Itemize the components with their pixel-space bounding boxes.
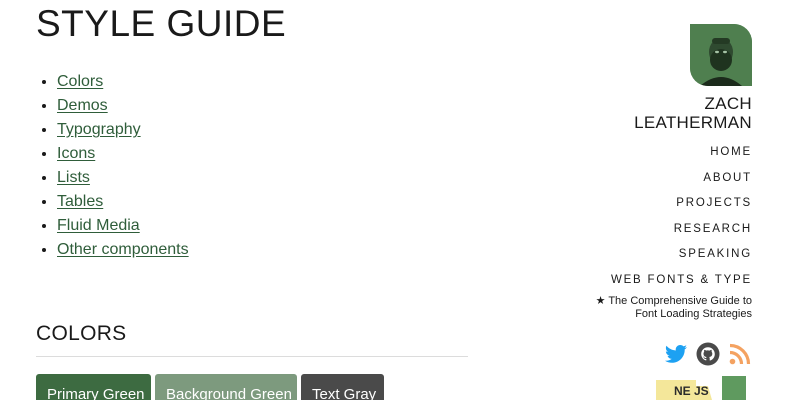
page-title: STYLE GUIDE	[36, 3, 287, 44]
rss-icon[interactable]	[728, 342, 752, 366]
nav-item-research[interactable]: RESEARCH	[611, 223, 752, 249]
toc-link-icons[interactable]: Icons	[57, 145, 95, 162]
nebraska-js-badge-text: NE JS	[674, 384, 709, 398]
toc-item: Typography	[57, 118, 189, 142]
swatch-primary-green: Primary Green	[36, 374, 151, 400]
swatch-background-green: Background Green	[155, 374, 297, 400]
author-first-name: ZACH	[704, 94, 752, 113]
toc-link-lists[interactable]: Lists	[57, 169, 90, 186]
nebraska-js-badge-icon[interactable]: NE JS	[656, 376, 752, 400]
section-divider	[36, 356, 468, 357]
featured-line-2: Font Loading Strategies	[635, 308, 752, 320]
toc-item: Colors	[57, 70, 189, 94]
color-swatches: Primary Green Background Green Text Gray	[36, 374, 384, 400]
site-nav: HOME ABOUT PROJECTS RESEARCH SPEAKING WE…	[611, 146, 752, 299]
nav-item-about[interactable]: ABOUT	[611, 172, 752, 198]
toc-item: Other components	[57, 238, 189, 262]
toc-item: Fluid Media	[57, 214, 189, 238]
twitter-icon[interactable]	[664, 342, 688, 366]
toc-link-colors[interactable]: Colors	[57, 73, 103, 90]
toc-link-tables[interactable]: Tables	[57, 193, 103, 210]
swatch-text-gray: Text Gray	[301, 374, 384, 400]
nebraska-state-badge-icon	[722, 376, 746, 400]
table-of-contents: Colors Demos Typography Icons Lists Tabl…	[36, 70, 189, 262]
toc-link-other-components[interactable]: Other components	[57, 241, 189, 258]
toc-item: Demos	[57, 94, 189, 118]
avatar[interactable]	[690, 24, 752, 86]
author-last-name: LEATHERMAN	[634, 113, 752, 132]
toc-link-fluid-media[interactable]: Fluid Media	[57, 217, 140, 234]
author-photo-icon	[690, 24, 752, 86]
toc-item: Lists	[57, 166, 189, 190]
author-name[interactable]: ZACH LEATHERMAN	[634, 94, 752, 132]
featured-line-1: ★ The Comprehensive Guide to	[595, 295, 752, 307]
toc-link-demos[interactable]: Demos	[57, 97, 108, 114]
badges: NE JS	[656, 376, 752, 400]
toc-item: Icons	[57, 142, 189, 166]
social-links	[664, 342, 752, 366]
toc-link-typography[interactable]: Typography	[57, 121, 141, 138]
nav-item-speaking[interactable]: SPEAKING	[611, 248, 752, 274]
colors-section-title: COLORS	[36, 322, 127, 345]
page: STYLE GUIDE Colors Demos Typography Icon…	[0, 0, 800, 400]
nav-item-projects[interactable]: PROJECTS	[611, 197, 752, 223]
nav-item-home[interactable]: HOME	[611, 146, 752, 172]
github-icon[interactable]	[696, 342, 720, 366]
featured-article-link[interactable]: ★ The Comprehensive Guide to Font Loadin…	[552, 295, 752, 321]
toc-item: Tables	[57, 190, 189, 214]
